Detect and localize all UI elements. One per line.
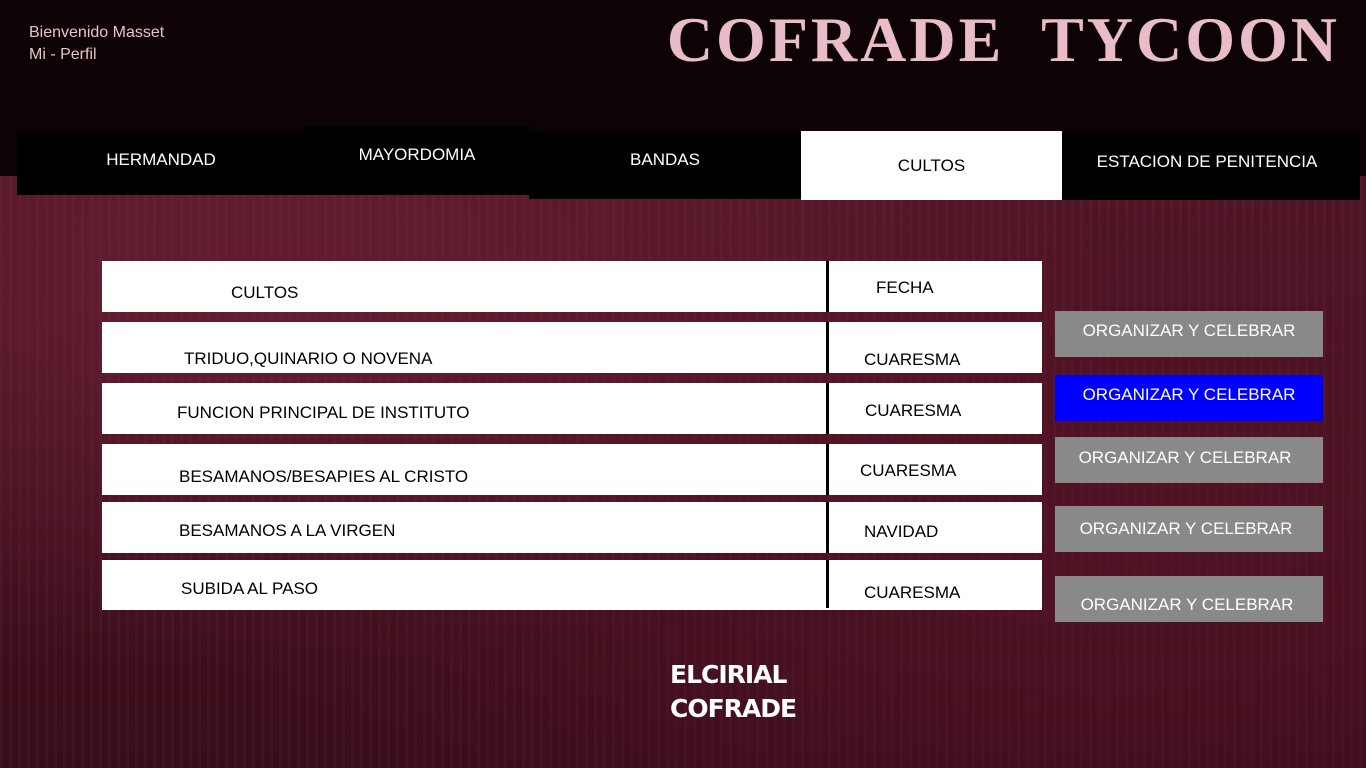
column-divider: [826, 560, 829, 608]
profile-link[interactable]: Mi - Perfil: [29, 46, 97, 63]
tab-estacion-de-penitencia[interactable]: ESTACION DE PENITENCIA: [1062, 131, 1360, 200]
column-divider: [826, 261, 829, 312]
tab-label: ESTACION DE PENITENCIA: [1096, 151, 1318, 171]
culto-fecha: CUARESMA: [860, 461, 957, 480]
culto-name: BESAMANOS/BESAPIES AL CRISTO: [179, 467, 469, 486]
culto-name: SUBIDA AL PASO: [181, 579, 319, 598]
culto-fecha: CUARESMA: [864, 583, 961, 602]
logo-line-1: ELCIRIAL: [670, 660, 788, 689]
culto-fecha: CUARESMA: [864, 350, 961, 369]
culto-fecha: NAVIDAD: [864, 522, 939, 541]
app-title: COFRADE TYCOON: [666, 4, 1340, 75]
organizar-celebrar-button[interactable]: ORGANIZAR Y CELEBRAR: [1055, 437, 1323, 483]
header-fecha: FECHA: [876, 278, 934, 297]
organizar-celebrar-button[interactable]: ORGANIZAR Y CELEBRAR: [1055, 506, 1323, 552]
column-divider: [826, 322, 829, 373]
column-divider: [826, 444, 829, 495]
organizar-celebrar-button[interactable]: ORGANIZAR Y CELEBRAR: [1055, 576, 1323, 622]
column-divider: [826, 502, 829, 553]
welcome-text: Bienvenido Masset: [29, 24, 165, 41]
logo-line-2: COFRADE: [670, 694, 797, 723]
organizar-celebrar-button[interactable]: ORGANIZAR Y CELEBRAR: [1055, 375, 1323, 421]
tab-mayordomia[interactable]: MAYORDOMIA: [305, 125, 529, 195]
tab-label: BANDAS: [630, 150, 700, 169]
culto-name: BESAMANOS A LA VIRGEN: [179, 521, 396, 540]
tab-bandas[interactable]: BANDAS: [529, 131, 801, 199]
organizar-celebrar-button[interactable]: ORGANIZAR Y CELEBRAR: [1055, 311, 1323, 357]
tab-label: HERMANDAD: [106, 150, 216, 169]
tab-cultos[interactable]: CULTOS: [801, 131, 1062, 200]
header-cultos: CULTOS: [231, 283, 299, 302]
tab-label: CULTOS: [897, 155, 966, 175]
culto-name: TRIDUO,QUINARIO O NOVENA: [184, 349, 433, 368]
elcirial-cofrade-logo: ELCIRIAL COFRADE: [670, 658, 797, 726]
culto-name: FUNCION PRINCIPAL DE INSTITUTO: [177, 403, 470, 422]
column-divider: [826, 383, 829, 434]
culto-fecha: CUARESMA: [865, 401, 962, 420]
user-greeting: Bienvenido Masset Mi - Perfil: [29, 22, 164, 66]
tab-label: MAYORDOMIA: [358, 145, 476, 164]
tab-hermandad[interactable]: HERMANDAD: [17, 131, 305, 195]
